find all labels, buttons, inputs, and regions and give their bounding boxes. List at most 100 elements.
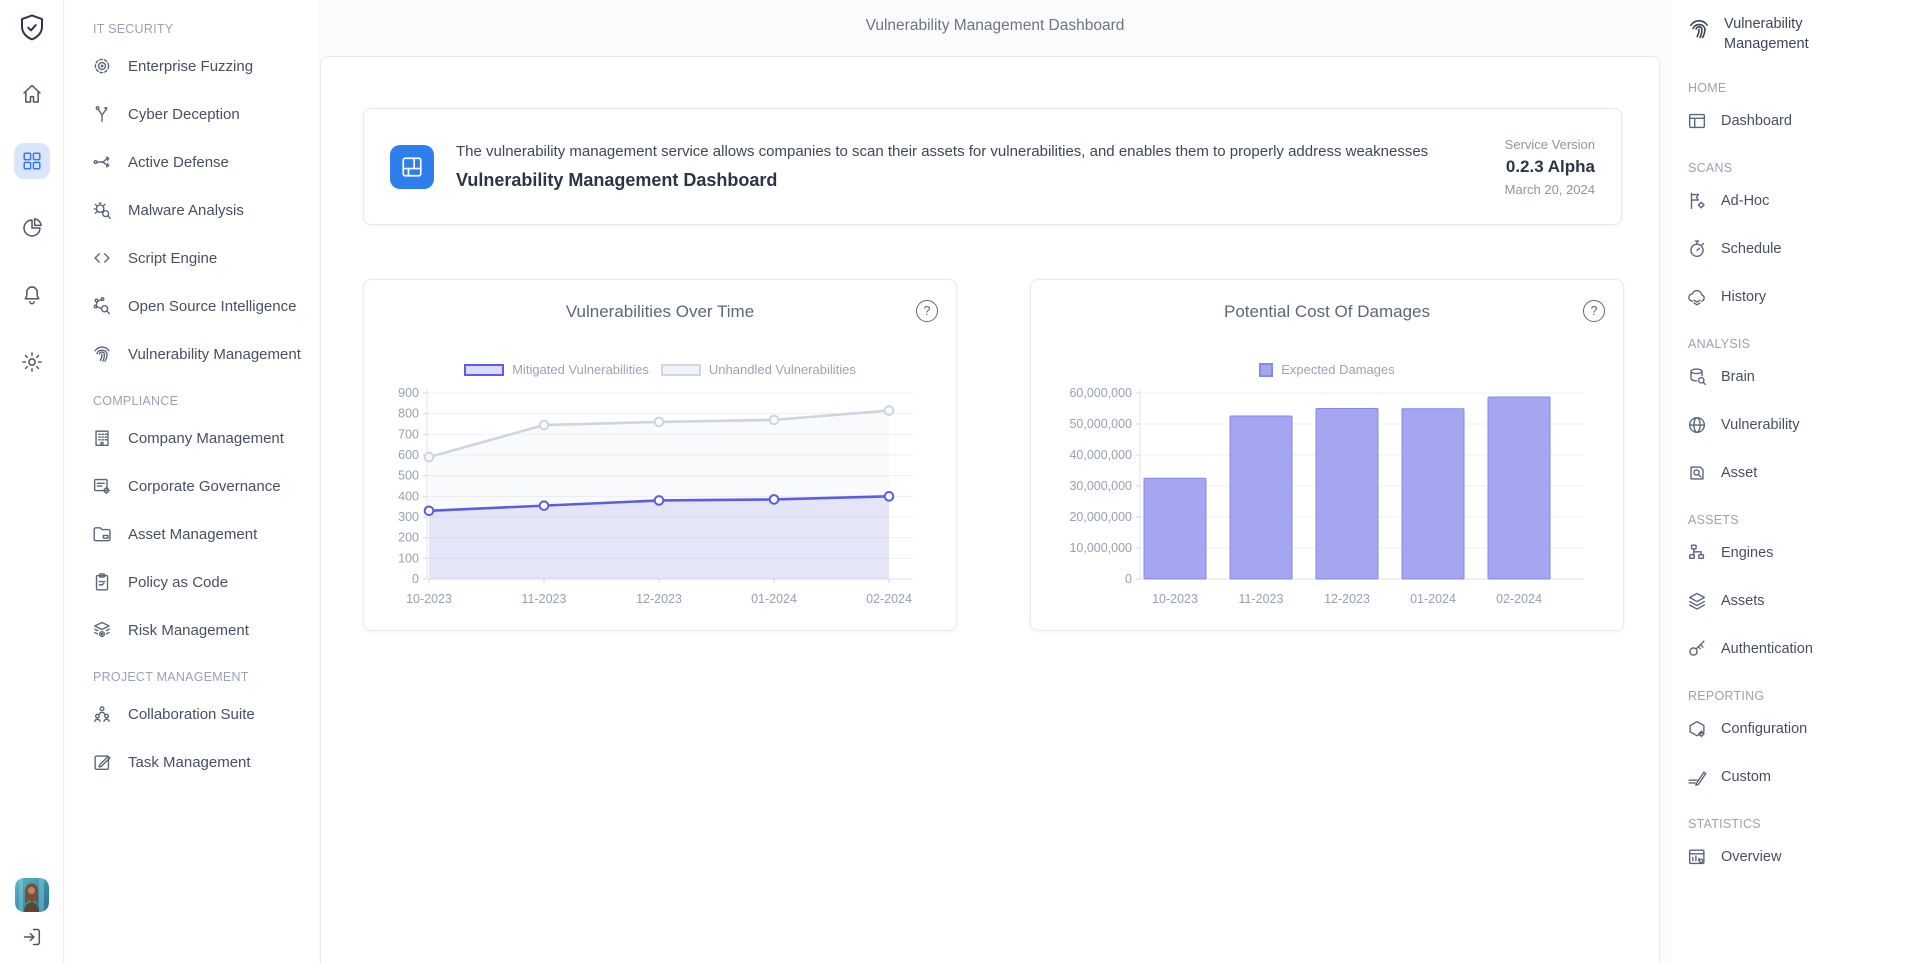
svg-text:02-2024: 02-2024: [1496, 592, 1542, 606]
rail-bottom: [14, 878, 50, 955]
sidebar-item-label: Assets: [1721, 593, 1765, 609]
sidebar-item-corporate-governance[interactable]: Corporate Governance: [91, 462, 318, 510]
target-icon: [91, 55, 113, 77]
hierarchy-icon: [1686, 542, 1708, 564]
flag-gear-icon: [1686, 190, 1708, 212]
sidebar-item-label: Task Management: [128, 754, 251, 771]
svg-text:10-2023: 10-2023: [1152, 592, 1198, 606]
network-search-icon: [91, 295, 113, 317]
gear-icon: [20, 350, 44, 374]
folder-icon: [91, 523, 113, 545]
nav-section-statistics: STATISTICSOverview: [1686, 801, 1920, 881]
nav-section-header: PROJECT MANAGEMENT: [91, 654, 318, 690]
main-area: Vulnerability Management Dashboard The v…: [318, 0, 1672, 963]
grid-icon: [20, 149, 44, 173]
sidebar-item-engines[interactable]: Engines: [1686, 529, 1920, 577]
left-icon-rail: [0, 0, 64, 963]
right-sidebar-title: Vulnerability Management: [1724, 14, 1824, 55]
help-icon[interactable]: ?: [1583, 300, 1605, 322]
legend-item-unhandled-vulnerabilities[interactable]: Unhandled Vulnerabilities: [661, 362, 856, 377]
app-logo-shield-icon: [16, 12, 48, 44]
sidebar-item-label: Active Defense: [128, 154, 229, 171]
users-icon: [91, 703, 113, 725]
sidebar-item-active-defense[interactable]: Active Defense: [91, 138, 318, 186]
sidebar-item-policy-as-code[interactable]: Policy as Code: [91, 558, 318, 606]
window-icon: [1686, 110, 1708, 132]
nav-section-header: REPORTING: [1686, 673, 1920, 705]
sidebar-item-collaboration-suite[interactable]: Collaboration Suite: [91, 690, 318, 738]
sidebar-item-label: Script Engine: [128, 250, 217, 267]
rail-pie-button[interactable]: [14, 210, 50, 246]
sidebar-item-dashboard[interactable]: Dashboard: [1686, 97, 1920, 145]
nav-section-header: COMPLIANCE: [91, 378, 318, 414]
sidebar-item-configuration[interactable]: Configuration: [1686, 705, 1920, 753]
rail-grid-button[interactable]: [14, 143, 50, 179]
sidebar-item-risk-management[interactable]: Risk Management: [91, 606, 318, 654]
sidebar-item-label: Malware Analysis: [128, 202, 244, 219]
help-icon[interactable]: ?: [916, 300, 938, 322]
sidebar-item-task-management[interactable]: Task Management: [91, 738, 318, 786]
sidebar-item-vulnerability-management[interactable]: Vulnerability Management: [91, 330, 318, 378]
vulnerabilities-over-time-card: Vulnerabilities Over Time ? Mitigated Vu…: [363, 279, 957, 631]
legend-swatch: [464, 364, 504, 376]
logout-icon[interactable]: [14, 919, 50, 955]
rail-home-button[interactable]: [14, 76, 50, 112]
sidebar-item-enterprise-fuzzing[interactable]: Enterprise Fuzzing: [91, 42, 318, 90]
sidebar-item-authentication[interactable]: Authentication: [1686, 625, 1920, 673]
legend-item-mitigated-vulnerabilities[interactable]: Mitigated Vulnerabilities: [464, 362, 649, 377]
legend-label: Unhandled Vulnerabilities: [709, 362, 856, 377]
svg-text:01-2024: 01-2024: [751, 592, 797, 606]
user-avatar[interactable]: [15, 878, 49, 912]
sidebar-item-label: Corporate Governance: [128, 478, 281, 495]
nav-section-analysis: ANALYSISBrainVulnerabilityAsset: [1686, 321, 1920, 497]
sidebar-item-history[interactable]: History: [1686, 273, 1920, 321]
service-info-text: The vulnerability management service all…: [456, 143, 1428, 191]
sidebar-item-schedule[interactable]: Schedule: [1686, 225, 1920, 273]
rail-gear-button[interactable]: [14, 344, 50, 380]
legend-item-expected-damages[interactable]: Expected Damages: [1259, 362, 1394, 377]
svg-text:700: 700: [398, 427, 419, 441]
sidebar-item-company-management[interactable]: Company Management: [91, 414, 318, 462]
sidebar-item-script-engine[interactable]: Script Engine: [91, 234, 318, 282]
sidebar-item-malware-analysis[interactable]: Malware Analysis: [91, 186, 318, 234]
svg-text:800: 800: [398, 407, 419, 421]
layers-icon: [1686, 590, 1708, 612]
svg-text:11-2023: 11-2023: [1239, 592, 1284, 606]
nav-section-header: ASSETS: [1686, 497, 1920, 529]
svg-text:300: 300: [398, 510, 419, 524]
svg-text:0: 0: [412, 572, 419, 586]
sidebar-item-ad-hoc[interactable]: Ad-Hoc: [1686, 177, 1920, 225]
service-version-date: March 20, 2024: [1505, 182, 1595, 197]
legend-swatch: [1259, 363, 1273, 377]
sidebar-item-cyber-deception[interactable]: Cyber Deception: [91, 90, 318, 138]
svg-text:200: 200: [398, 531, 419, 545]
svg-text:02-2024: 02-2024: [866, 592, 912, 606]
sidebar-item-label: Custom: [1721, 769, 1771, 785]
nav-section-scans: SCANSAd-HocScheduleHistory: [1686, 145, 1920, 321]
branch-icon: [91, 103, 113, 125]
database-search-icon: [1686, 366, 1708, 388]
sidebar-item-asset-management[interactable]: Asset Management: [91, 510, 318, 558]
sidebar-item-open-source-intelligence[interactable]: Open Source Intelligence: [91, 282, 318, 330]
sidebar-item-custom[interactable]: Custom: [1686, 753, 1920, 801]
cloud-history-icon: [1686, 286, 1708, 308]
svg-text:40,000,000: 40,000,000: [1069, 448, 1132, 462]
service-description: The vulnerability management service all…: [456, 143, 1428, 160]
sidebar-item-asset[interactable]: Asset: [1686, 449, 1920, 497]
service-version-label: Service Version: [1505, 137, 1595, 152]
service-title: Vulnerability Management Dashboard: [456, 170, 1428, 191]
legend-swatch: [661, 364, 701, 376]
rail-bell-button[interactable]: [14, 277, 50, 313]
sidebar-item-label: Dashboard: [1721, 113, 1792, 129]
sidebar-item-vulnerability[interactable]: Vulnerability: [1686, 401, 1920, 449]
sidebar-item-assets[interactable]: Assets: [1686, 577, 1920, 625]
svg-text:400: 400: [398, 489, 419, 503]
nav-section-header: ANALYSIS: [1686, 321, 1920, 353]
key-icon: [1686, 638, 1708, 660]
sidebar-item-brain[interactable]: Brain: [1686, 353, 1920, 401]
nav-section-home: HOMEDashboard: [1686, 55, 1920, 145]
sidebar-item-label: Collaboration Suite: [128, 706, 255, 723]
sidebar-item-overview[interactable]: Overview: [1686, 833, 1920, 881]
service-version-block: Service Version 0.2.3 Alpha March 20, 20…: [1505, 137, 1595, 197]
legend-label: Expected Damages: [1281, 362, 1394, 377]
